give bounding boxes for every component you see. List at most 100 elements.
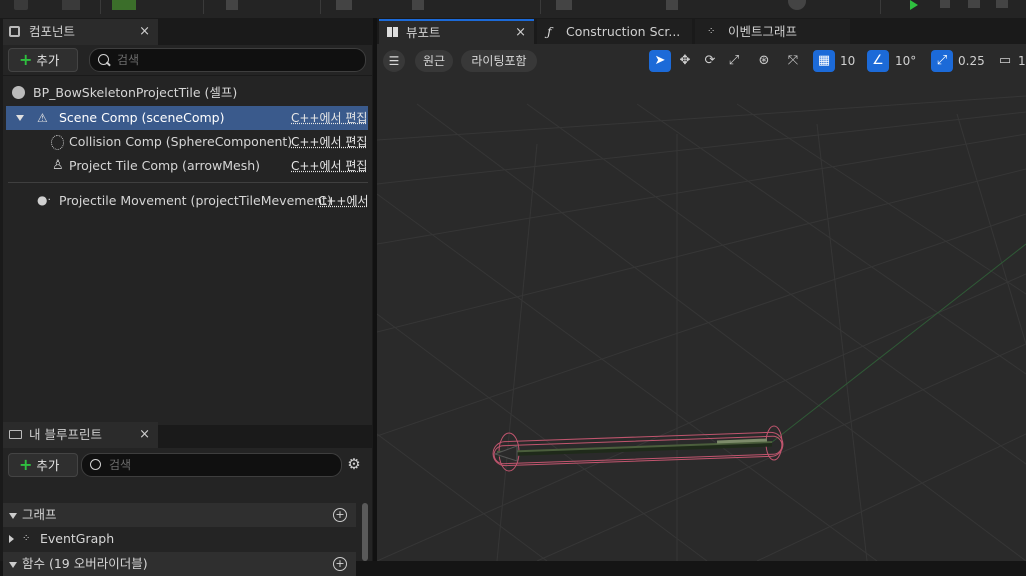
compile-icon[interactable] [112,0,136,10]
tab-label: 컴포넌트 [29,24,76,39]
graph-icon: ⁘ [22,533,31,544]
toolbar-divider [203,0,204,14]
class-settings-icon[interactable] [556,0,572,10]
scale-icon[interactable]: ⤢ [723,50,745,72]
hide-unrelated-icon[interactable] [412,0,424,10]
section-graph[interactable]: 그래프 + [3,503,356,527]
function-icon: ƒ [547,24,552,39]
tab-viewport[interactable]: 뷰포트 × [379,19,534,45]
add-label: 추가 [36,458,60,473]
viewport-menu-button[interactable]: ☰ [383,50,405,72]
browse-icon[interactable] [62,0,80,10]
lighting-mode-button[interactable]: 라이팅포함 [461,50,537,72]
tree-item-label: Projectile Movement (projectTileMevement… [59,193,332,208]
tab-label: 이벤트그래프 [728,24,798,39]
gear-icon[interactable]: ⚙ [345,455,363,473]
movement-component-icon: ●ᐧ [37,193,51,207]
close-icon[interactable]: × [139,422,150,448]
find-icon[interactable] [336,0,352,10]
scale-snap-value[interactable]: 0.25 [958,50,985,72]
plus-icon: + [19,455,33,474]
component-search-input[interactable]: 검색 [89,48,366,72]
collapse-arrow-icon[interactable] [9,562,17,568]
search-icon [90,459,101,470]
tab-my-blueprint[interactable]: 내 블루프린트 × [3,422,158,448]
main-toolbar [0,0,1026,18]
close-icon[interactable]: × [139,19,150,45]
divider [3,75,372,76]
edit-in-cpp-link[interactable]: C++에서 [318,189,369,213]
toolbar-divider [100,0,101,14]
add-function-icon[interactable]: + [333,557,347,571]
section-label: 함수 (19 오버라이더블) [22,556,148,571]
play-icon[interactable] [910,0,918,10]
arrow-mesh-preview [492,425,784,472]
components-icon [9,26,20,37]
close-icon[interactable]: × [515,20,526,46]
camera-speed-icon[interactable]: ▭ [994,50,1016,72]
viewport-icon [387,27,398,37]
surface-snap-icon[interactable]: ⤧ [782,50,804,72]
lighting-label: 라이팅포함 [471,54,527,68]
tree-item-label: Scene Comp (sceneComp) [59,110,225,125]
toolbar-divider [880,0,881,14]
add-blueprint-member-button[interactable]: + 추가 [8,453,78,477]
tab-label: Construction Scr... [566,24,681,39]
collapse-arrow-icon[interactable] [9,513,17,519]
blueprint-search-input[interactable]: 검색 [81,453,342,477]
left-panel: 컴포넌트 × + 추가 검색 BP_BowSkeletonProjectTile … [0,18,373,576]
rotation-snap-icon[interactable]: ∠ [867,50,889,72]
tree-item-collision-comp[interactable]: Collision Comp (SphereComponent) C++에서 편… [6,130,368,154]
rotation-snap-value[interactable]: 10° [895,50,916,72]
world-local-icon[interactable]: ⊛ [753,50,775,72]
expand-arrow-icon[interactable] [9,535,14,543]
search-icon-handle [106,61,111,67]
scrollbar[interactable] [362,503,368,561]
search-placeholder: 검색 [117,53,140,67]
scene-component-icon: ⚠ [37,111,48,125]
class-defaults-icon[interactable] [666,0,678,10]
add-component-button[interactable]: + 추가 [8,48,78,72]
eject-icon[interactable] [996,0,1008,8]
tree-item-label: Collision Comp (SphereComponent) [69,134,293,149]
panel-splitter[interactable] [373,18,377,561]
tab-construction-script[interactable]: ƒ Construction Scr... [537,19,692,45]
tree-item-label: Project Tile Comp (arrowMesh) [69,158,261,173]
tree-item-projectile-movement[interactable]: ●ᐧ Projectile Movement (projectTileMevem… [6,189,372,213]
edit-in-cpp-link[interactable]: C++에서 편집 [291,154,367,178]
collapse-arrow-icon[interactable] [16,115,24,121]
plus-icon: + [19,50,33,69]
tree-root-item[interactable]: BP_BowSkeletonProjectTile (셀프) [6,81,372,105]
stop-icon[interactable] [968,0,980,8]
graph-icon: ⁘ [707,26,716,37]
editor-tab-bar: 뷰포트 × ƒ Construction Scr... ⁘ 이벤트그래프 [376,18,1026,45]
diff-icon[interactable] [226,0,238,10]
viewport[interactable]: ☰ 원근 라이팅포함 ➤ ✥ ⟳ ⤢ ⊛ ⤧ ▦ 10 ∠ 10° ⤢ 0.25… [377,44,1026,561]
save-icon[interactable] [14,0,28,10]
tab-components[interactable]: 컴포넌트 × [3,19,158,45]
tree-item-scene-comp[interactable]: ⚠ Scene Comp (sceneComp) C++에서 편집 [6,106,368,130]
grid-snap-icon[interactable]: ▦ [813,50,835,72]
tree-item-arrow-mesh[interactable]: ♙ Project Tile Comp (arrowMesh) C++에서 편집 [6,154,368,178]
simulation-icon[interactable] [788,0,806,10]
divider [8,182,368,183]
grid-snap-value[interactable]: 10 [840,50,855,72]
section-label: 그래프 [22,507,57,522]
scale-snap-icon[interactable]: ⤢ [931,50,953,72]
edit-in-cpp-link[interactable]: C++에서 편집 [291,106,367,130]
perspective-button[interactable]: 원근 [415,50,453,72]
translate-icon[interactable]: ✥ [674,50,696,72]
tab-event-graph[interactable]: ⁘ 이벤트그래프 [695,19,850,45]
hamburger-icon: ☰ [388,54,400,68]
toolbar-divider [540,0,541,14]
list-item-eventgraph[interactable]: ⁘ EventGraph [3,527,356,551]
edit-in-cpp-link[interactable]: C++에서 편집 [291,130,367,154]
add-graph-icon[interactable]: + [333,508,347,522]
pause-icon[interactable] [940,0,950,8]
camera-speed-value[interactable]: 1 [1018,50,1026,72]
list-item-label: EventGraph [40,531,115,546]
rotate-icon[interactable]: ⟳ [699,50,721,72]
section-functions[interactable]: 함수 (19 오버라이더블) + [3,552,356,576]
tree-root-label: BP_BowSkeletonProjectTile (셀프) [33,85,238,100]
select-mode-icon[interactable]: ➤ [649,50,671,72]
